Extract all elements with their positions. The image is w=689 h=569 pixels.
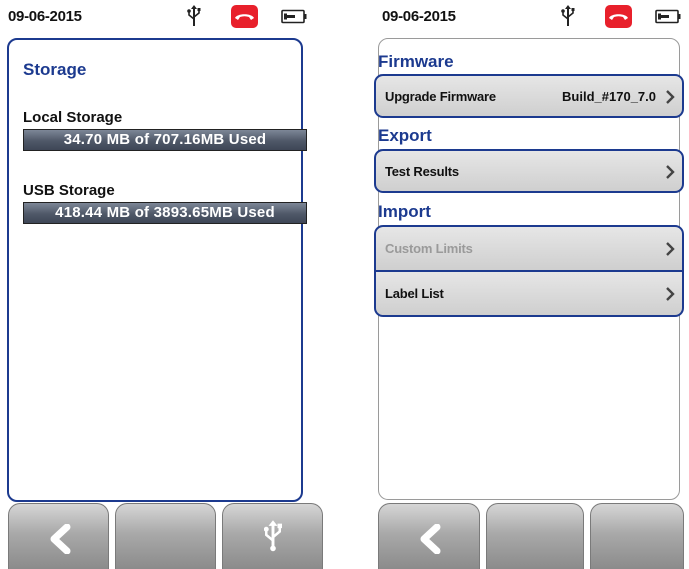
- firmware-build-value: Build_#170_7.0: [562, 89, 656, 104]
- chevron-right-icon: [666, 165, 675, 179]
- chevron-right-icon: [666, 287, 675, 301]
- storage-screen: 09-06-2015 Storage Local Storage 34.70 M…: [0, 0, 323, 569]
- manage-files-screen: 09-06-2015 Firmware Upgrade Firmware Bui…: [374, 0, 684, 569]
- chevron-right-icon: [666, 90, 675, 104]
- usb-icon: [187, 5, 201, 26]
- phone-hangup-icon: [605, 5, 632, 28]
- blank-softkey[interactable]: [486, 503, 584, 569]
- back-button[interactable]: [378, 503, 480, 569]
- custom-limits-label: Custom Limits: [385, 241, 473, 256]
- upgrade-firmware-label: Upgrade Firmware: [385, 89, 496, 104]
- back-arrow-icon: [420, 524, 441, 554]
- phone-hangup-icon: [231, 5, 258, 28]
- status-bar: 09-06-2015: [374, 0, 684, 32]
- label-list-item[interactable]: Label List: [374, 271, 684, 317]
- usb-button[interactable]: [222, 503, 323, 569]
- battery-icon: [655, 9, 681, 24]
- status-date: 09-06-2015: [8, 8, 82, 25]
- local-storage-label: Local Storage: [23, 109, 123, 126]
- test-results-item[interactable]: Test Results: [374, 149, 684, 193]
- label-list-label: Label List: [385, 286, 444, 301]
- usb-storage-usage-bar: 418.44 MB of 3893.65MB Used: [23, 202, 307, 224]
- test-results-label: Test Results: [385, 164, 459, 179]
- blank-softkey[interactable]: [590, 503, 684, 569]
- usb-icon: [264, 520, 282, 552]
- back-button[interactable]: [8, 503, 109, 569]
- storage-title: Storage: [23, 60, 87, 79]
- battery-icon: [281, 9, 307, 24]
- section-import: Import: [378, 202, 431, 221]
- custom-limits-item[interactable]: Custom Limits: [374, 225, 684, 271]
- chevron-right-icon: [666, 242, 675, 256]
- usb-icon: [561, 5, 575, 26]
- status-bar: 09-06-2015: [0, 0, 310, 32]
- storage-panel: Storage Local Storage 34.70 MB of 707.16…: [7, 38, 307, 502]
- section-export: Export: [378, 126, 432, 145]
- local-storage-usage-bar: 34.70 MB of 707.16MB Used: [23, 129, 307, 151]
- back-arrow-icon: [50, 524, 71, 554]
- status-date: 09-06-2015: [382, 8, 456, 25]
- blank-softkey[interactable]: [115, 503, 216, 569]
- upgrade-firmware-item[interactable]: Upgrade Firmware Build_#170_7.0: [374, 74, 684, 118]
- section-firmware: Firmware: [378, 52, 454, 71]
- usb-storage-label: USB Storage: [23, 182, 115, 199]
